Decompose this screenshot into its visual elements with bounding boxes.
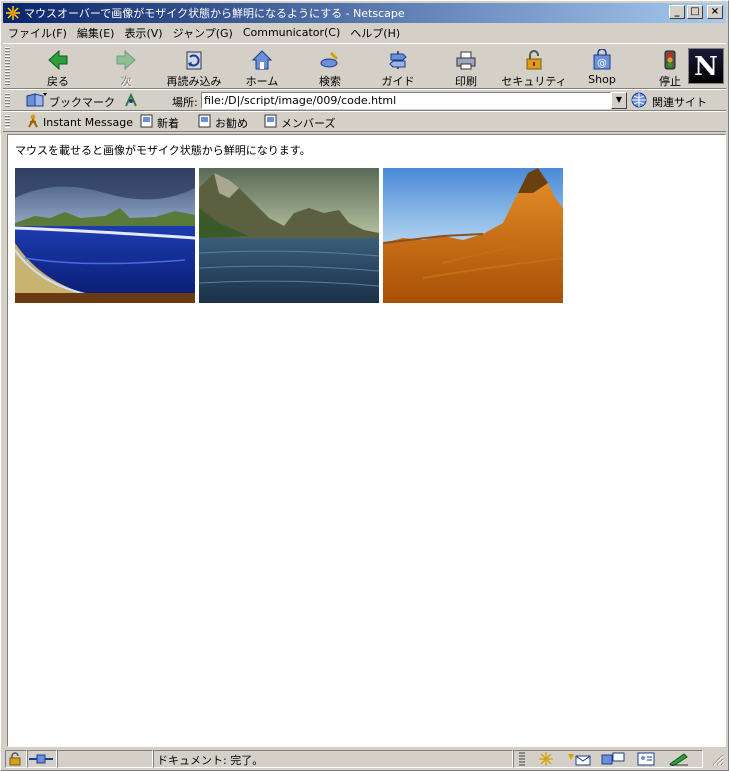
home-icon: [227, 47, 297, 71]
component-bar: [513, 750, 703, 768]
location-label: 場所:: [172, 96, 198, 109]
back-button[interactable]: 戻る: [23, 47, 93, 88]
print-icon: [431, 47, 501, 71]
image-mountain-sea[interactable]: [199, 168, 379, 303]
window-title: マウスオーバーで画像がモザイク状態から鮮明になるようにする - Netscape: [24, 7, 405, 20]
shop-button[interactable]: @ Shop: [567, 47, 637, 87]
resize-grip-icon[interactable]: [711, 753, 724, 769]
reload-button[interactable]: 再読み込み: [159, 47, 229, 88]
menu-file[interactable]: ファイル(F): [3, 25, 72, 41]
instant-message-button[interactable]: Instant Message: [27, 114, 133, 131]
address-book-component-icon[interactable]: [636, 752, 656, 769]
status-bar: ドキュメント: 完了。: [3, 749, 726, 769]
forward-arrow-icon: [91, 47, 161, 71]
composer-component-icon[interactable]: [668, 752, 690, 769]
mail-component-icon[interactable]: [566, 752, 592, 769]
bookmarks-label: ブックマーク: [49, 95, 115, 109]
page-proxy-icon[interactable]: [123, 92, 139, 111]
bookmark-recommended[interactable]: お勧め: [198, 114, 248, 131]
page-message: マウスを載せると画像がモザイク状態から鮮明になります。: [15, 144, 311, 157]
menu-bar: ファイル(F) 編集(E) 表示(V) ジャンプ(G) Communicator…: [3, 23, 405, 42]
menu-help[interactable]: ヘルプ(H): [345, 25, 405, 41]
status-text: ドキュメント: 完了。: [153, 750, 513, 768]
guide-button[interactable]: ガイド: [363, 47, 433, 88]
component-grip[interactable]: [518, 752, 526, 769]
security-status-cell[interactable]: [5, 750, 27, 768]
maximize-button[interactable]: □: [687, 5, 703, 19]
menu-view[interactable]: 表示(V): [119, 25, 167, 41]
menu-communicator[interactable]: Communicator(C): [238, 26, 345, 39]
bookmark-new[interactable]: 新着: [140, 114, 179, 131]
security-button[interactable]: セキュリティ: [499, 47, 569, 88]
minimize-button[interactable]: _: [669, 5, 685, 19]
personal-toolbar: Instant Message 新着 お勧め メンバーズ: [3, 111, 726, 132]
search-button[interactable]: 検索: [295, 47, 365, 88]
title-bar[interactable]: マウスオーバーで画像がモザイク状態から鮮明になるようにする - Netscape…: [3, 3, 726, 23]
connection-status-cell: [27, 750, 57, 768]
toolbar-grip[interactable]: [5, 115, 10, 128]
bookmarks-button[interactable]: ブックマーク: [25, 92, 115, 111]
related-globe-icon: [631, 92, 649, 111]
netscape-logo[interactable]: N: [688, 48, 724, 84]
browser-window: マウスオーバーで画像がモザイク状態から鮮明になるようにする - Netscape…: [0, 0, 729, 771]
toolbar-grip[interactable]: [5, 93, 10, 107]
location-toolbar: ブックマーク 場所: file:/D|/script/image/009/cod…: [3, 89, 726, 111]
location-dropdown-button[interactable]: ▼: [611, 92, 627, 109]
bookmarks-icon: [25, 92, 47, 111]
bookmark-page-icon: [198, 114, 211, 131]
image-beach[interactable]: [15, 168, 195, 303]
page-content[interactable]: マウスを載せると画像がモザイク状態から鮮明になります。: [7, 134, 726, 747]
forward-button[interactable]: 次: [91, 47, 161, 88]
close-button[interactable]: ×: [707, 5, 723, 19]
lock-icon: [7, 752, 23, 769]
guide-icon: [363, 47, 433, 71]
print-button[interactable]: 印刷: [431, 47, 501, 88]
image-desert[interactable]: [383, 168, 563, 303]
related-sites-button[interactable]: 関連サイト: [631, 92, 707, 111]
shop-icon: @: [567, 47, 637, 71]
progress-cell: [57, 750, 153, 768]
svg-text:@: @: [597, 58, 607, 69]
navigator-component-icon[interactable]: [536, 752, 556, 769]
back-arrow-icon: [23, 47, 93, 71]
person-icon: [27, 114, 39, 131]
menu-go[interactable]: ジャンプ(G): [168, 25, 238, 41]
toolbar-grip[interactable]: [5, 47, 10, 85]
reload-icon: [159, 47, 229, 71]
location-url-input[interactable]: file:/D|/script/image/009/code.html: [201, 92, 611, 109]
netscape-app-icon: [5, 5, 21, 21]
bookmark-page-icon: [264, 114, 277, 131]
security-lock-icon: [499, 47, 569, 71]
home-button[interactable]: ホーム: [227, 47, 297, 88]
newsgroup-component-icon[interactable]: [600, 752, 626, 769]
plug-icon: [29, 754, 53, 769]
navigation-toolbar: 戻る 次 再読み込み ホーム 検索 ガイド 印刷 セキュリティ @ Shop 停…: [3, 43, 726, 89]
bookmark-page-icon: [140, 114, 153, 131]
bookmark-members[interactable]: メンバーズ: [264, 114, 335, 131]
menu-edit[interactable]: 編集(E): [72, 25, 120, 41]
search-icon: [295, 47, 365, 71]
related-sites-label: 関連サイト: [652, 95, 707, 109]
